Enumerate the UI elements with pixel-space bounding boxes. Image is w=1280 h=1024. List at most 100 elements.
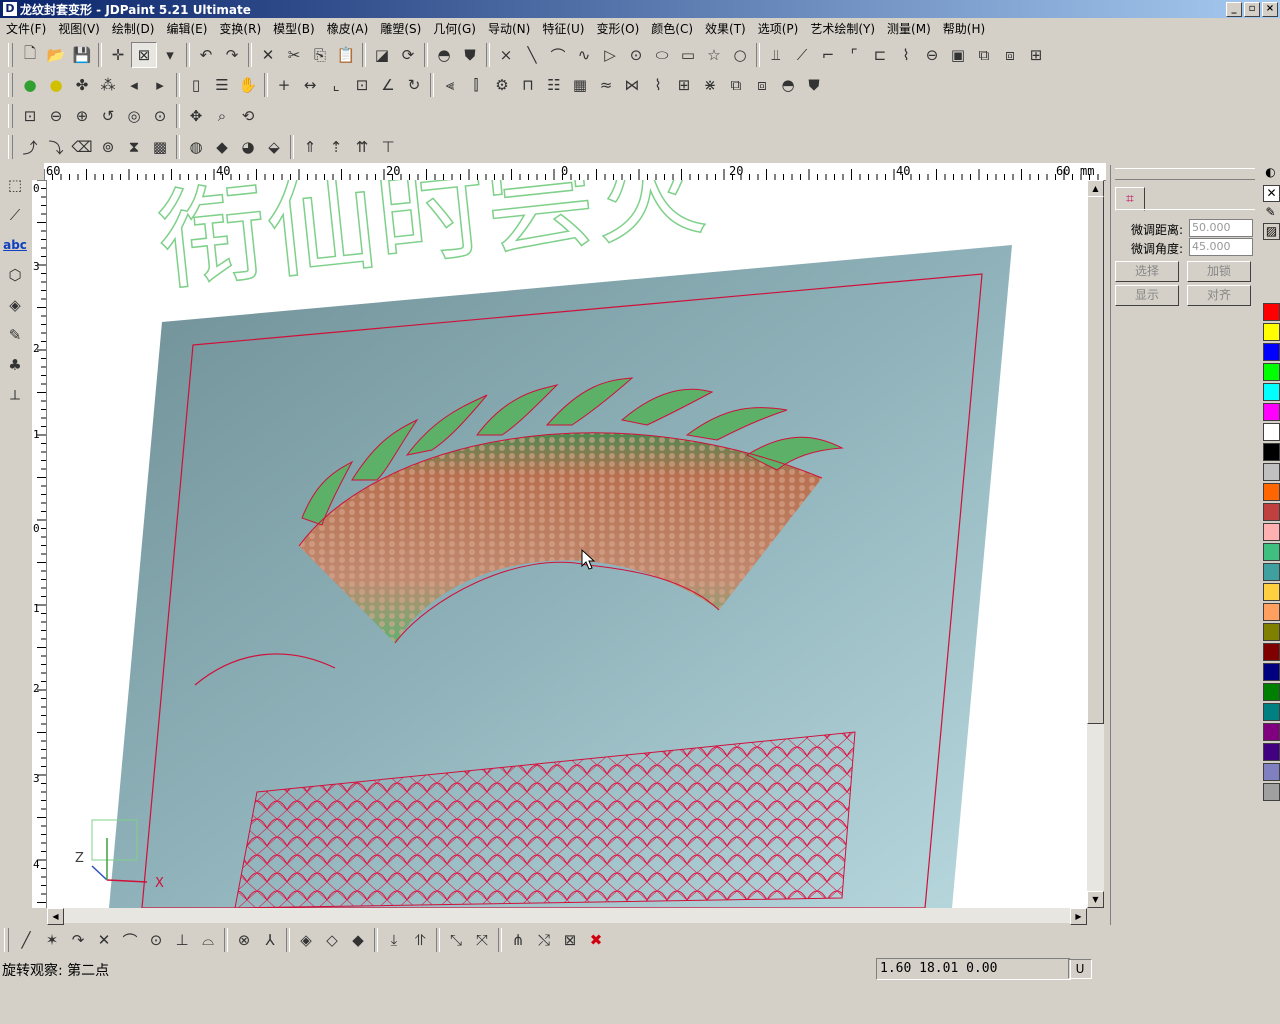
menu-item[interactable]: 变换(R): [213, 20, 267, 37]
rotate-icon[interactable]: ⟳: [395, 42, 421, 68]
scroll-left-button[interactable]: ◀: [47, 908, 64, 925]
spring-icon[interactable]: ⌇: [645, 72, 671, 98]
folder-icon[interactable]: ⊓: [515, 72, 541, 98]
deform-icon[interactable]: ◈: [2, 290, 28, 320]
texture-icon[interactable]: ▩: [147, 134, 173, 160]
curve-tool-icon[interactable]: ↷: [65, 927, 91, 953]
spline-icon[interactable]: ∿: [571, 42, 597, 68]
color-swatch[interactable]: [1263, 723, 1280, 741]
undo-icon[interactable]: ↶: [193, 42, 219, 68]
align-icon[interactable]: ⊞: [1023, 42, 1049, 68]
select-box-icon[interactable]: ⊠: [131, 42, 157, 68]
close-button[interactable]: ×: [1262, 2, 1278, 17]
menu-item[interactable]: 模型(B): [267, 20, 321, 37]
save-icon[interactable]: 💾: [69, 42, 95, 68]
color-swatch[interactable]: [1263, 583, 1280, 601]
color-swatch[interactable]: [1263, 663, 1280, 681]
stack-icon[interactable]: ☷: [541, 72, 567, 98]
restore-button[interactable]: ▫: [1244, 2, 1260, 17]
drawing-canvas[interactable]: 衔仙时尝灭 Z X: [47, 180, 1087, 908]
diamond2-icon[interactable]: ◇: [319, 927, 345, 953]
menu-item[interactable]: 编辑(E): [160, 20, 213, 37]
flip-icon[interactable]: ⤓: [381, 927, 407, 953]
arrow-left-icon[interactable]: ◂: [121, 72, 147, 98]
table-icon[interactable]: ⊞: [671, 72, 697, 98]
twist-icon[interactable]: ⧗: [121, 134, 147, 160]
tangent-icon[interactable]: ⌓: [195, 927, 221, 953]
triangle-icon[interactable]: ▷: [597, 42, 623, 68]
color-swatch[interactable]: [1263, 463, 1280, 481]
menu-item[interactable]: 帮助(H): [937, 20, 991, 37]
lock-button[interactable]: 加锁: [1187, 261, 1251, 282]
delete-icon[interactable]: ✖: [583, 927, 609, 953]
dropdown-icon[interactable]: ▾: [157, 42, 183, 68]
intersect-icon[interactable]: ✕: [91, 927, 117, 953]
color-swatch[interactable]: [1263, 523, 1280, 541]
perp-icon[interactable]: ⊥: [169, 927, 195, 953]
menu-item[interactable]: 绘制(D): [106, 20, 161, 37]
copy-icon[interactable]: ⎘: [307, 42, 333, 68]
link-icon[interactable]: ⊖: [919, 42, 945, 68]
cross-pick-icon[interactable]: ✶: [39, 927, 65, 953]
break-icon[interactable]: ⌇: [893, 42, 919, 68]
diamond1-icon[interactable]: ◈: [293, 927, 319, 953]
menu-item[interactable]: 雕塑(S): [374, 20, 427, 37]
menu-item[interactable]: 文件(F): [0, 20, 52, 37]
bulb-yellow-icon[interactable]: ●: [43, 72, 69, 98]
fillet-icon[interactable]: ⌐: [815, 42, 841, 68]
tee-icon[interactable]: ⊤: [375, 134, 401, 160]
menu-item[interactable]: 视图(V): [52, 20, 106, 37]
shape-icon[interactable]: ⬡: [2, 260, 28, 290]
hand-icon[interactable]: ✋: [235, 72, 261, 98]
grid-icon[interactable]: ▦: [567, 72, 593, 98]
line-icon[interactable]: ╲: [519, 42, 545, 68]
extend-icon[interactable]: ⟋: [789, 42, 815, 68]
sculpt1-icon[interactable]: ⤴: [17, 134, 43, 160]
new-icon[interactable]: 🗋: [17, 42, 43, 68]
snap-x-icon[interactable]: ⤧: [469, 927, 495, 953]
zoom-out-icon[interactable]: ⊖: [43, 103, 69, 129]
panel-tab[interactable]: ⌗: [1115, 187, 1145, 211]
color-swatch[interactable]: [1263, 303, 1280, 321]
sculpt2-icon[interactable]: ⤵: [43, 134, 69, 160]
extrude-icon[interactable]: ⇈: [349, 134, 375, 160]
toolbar-grip[interactable]: [8, 73, 13, 97]
box-icon[interactable]: ⊡: [349, 72, 375, 98]
menu-item[interactable]: 变形(O): [590, 20, 645, 37]
shield-dark-icon[interactable]: ◓: [775, 72, 801, 98]
curve-icon[interactable]: ↻: [401, 72, 427, 98]
offset-icon[interactable]: ⊏: [867, 42, 893, 68]
ungroup-icon[interactable]: ⧈: [997, 42, 1023, 68]
menu-item[interactable]: 艺术绘制(Y): [804, 20, 881, 37]
redo-icon[interactable]: ↷: [219, 42, 245, 68]
chamfer-icon[interactable]: ⌜: [841, 42, 867, 68]
bend-icon[interactable]: ⌒: [117, 927, 143, 953]
open-icon[interactable]: 📂: [43, 42, 69, 68]
toolbar-grip[interactable]: [8, 135, 13, 159]
bulb-green-icon[interactable]: ●: [17, 72, 43, 98]
menu-item[interactable]: 选项(P): [752, 20, 805, 37]
copy-grid2-icon[interactable]: ⧈: [749, 72, 775, 98]
scroll-down-button[interactable]: ▼: [1087, 891, 1104, 908]
menu-item[interactable]: 颜色(C): [645, 20, 699, 37]
pan-icon[interactable]: ✥: [183, 103, 209, 129]
ball-icon[interactable]: ◕: [235, 134, 261, 160]
lines-icon[interactable]: ☰: [209, 72, 235, 98]
minimize-button[interactable]: _: [1226, 2, 1242, 17]
brain-icon[interactable]: ◍: [183, 134, 209, 160]
palette-eye-icon[interactable]: ◐: [1263, 165, 1278, 180]
color-swatch[interactable]: [1263, 343, 1280, 361]
color-swatch[interactable]: [1263, 743, 1280, 761]
pick2-icon[interactable]: ⤭: [531, 927, 557, 953]
shield-right-icon[interactable]: ⛊: [457, 42, 483, 68]
trim-icon[interactable]: ⫫: [763, 42, 789, 68]
point-icon[interactable]: ×: [493, 42, 519, 68]
zoom-obj-icon[interactable]: ⊙: [147, 103, 173, 129]
menu-item[interactable]: 测量(M): [881, 20, 937, 37]
line-tool-icon[interactable]: ╱: [13, 927, 39, 953]
fill-color-icon[interactable]: ▨: [1263, 223, 1280, 240]
crosshair-icon[interactable]: ✛: [105, 42, 131, 68]
axis-icon[interactable]: ⅄: [257, 927, 283, 953]
color-swatch[interactable]: [1263, 763, 1280, 781]
rotate-view-icon[interactable]: ⟲: [235, 103, 261, 129]
